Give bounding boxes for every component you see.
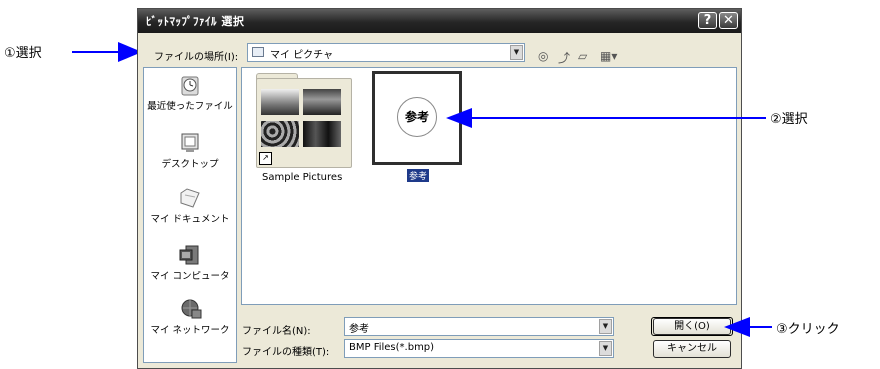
help-button[interactable]: ? xyxy=(698,12,717,29)
file-open-dialog: ﾋﾞｯﾄﾏｯﾌﾟﾌｧｲﾙ 選択 ? ✕ ファイルの場所(I): マイ ピクチャ … xyxy=(137,8,742,369)
documents-icon xyxy=(180,188,200,208)
filename-dropdown-arrow[interactable]: ▼ xyxy=(599,319,612,334)
view-menu-icon[interactable]: ▦▾ xyxy=(600,49,617,63)
place-recent[interactable]: 最近使ったファイル xyxy=(144,74,236,112)
cancel-button[interactable]: キャンセル xyxy=(653,340,731,358)
recent-icon xyxy=(181,76,199,96)
lookin-value: マイ ピクチャ xyxy=(270,50,334,61)
filetype-dropdown-arrow[interactable]: ▼ xyxy=(599,341,612,356)
place-desktop[interactable]: デスクトップ xyxy=(144,132,236,170)
callout-3-line xyxy=(750,326,772,328)
filetype-select[interactable]: BMP Files(*.bmp) ▼ xyxy=(344,339,614,358)
title-bar: ﾋﾞｯﾄﾏｯﾌﾟﾌｧｲﾙ 選択 ? ✕ xyxy=(138,9,741,33)
place-documents[interactable]: マイ ドキュメント xyxy=(144,187,236,225)
place-network-label: マイ ネットワーク xyxy=(150,325,230,336)
computer-icon xyxy=(179,245,199,265)
place-documents-label: マイ ドキュメント xyxy=(150,214,230,225)
open-button[interactable]: 開く(O) xyxy=(653,318,731,335)
callout-2-line xyxy=(470,117,766,119)
callout-1-line xyxy=(72,51,122,53)
filename-label: ファイル名(N): xyxy=(242,326,311,337)
back-icon[interactable]: ◎ xyxy=(538,49,548,63)
lookin-combo[interactable]: マイ ピクチャ ▼ xyxy=(247,43,525,62)
network-icon xyxy=(181,299,202,319)
new-folder-icon[interactable]: ▱ xyxy=(578,49,587,63)
filename-value: 参考 xyxy=(349,324,369,335)
file-list: ↗ Sample Pictures 参考 参考 xyxy=(241,67,737,305)
place-recent-label: 最近使ったファイル xyxy=(147,101,233,112)
close-button[interactable]: ✕ xyxy=(719,12,738,29)
reference-badge: 参考 xyxy=(397,97,437,137)
place-desktop-label: デスクトップ xyxy=(161,159,219,170)
callout-select-2: ②選択 xyxy=(770,112,808,127)
pictures-folder-icon xyxy=(252,47,264,57)
places-bar: 最近使ったファイル デスクトップ マイ ドキュメント マイ コンピュータ マイ … xyxy=(143,67,237,363)
lookin-label: ファイルの場所(I): xyxy=(154,52,239,63)
filename-input[interactable]: 参考 ▼ xyxy=(344,317,614,336)
place-computer-label: マイ コンピュータ xyxy=(150,271,230,282)
dialog-title: ﾋﾞｯﾄﾏｯﾌﾟﾌｧｲﾙ 選択 xyxy=(146,15,245,28)
callout-select-1: ①選択 xyxy=(4,46,42,61)
up-folder-icon[interactable]: ⤴ xyxy=(558,49,570,66)
selected-file-name: 参考 xyxy=(407,169,430,182)
place-network[interactable]: マイ ネットワーク xyxy=(144,298,236,336)
callout-click-3: ③クリック xyxy=(776,322,840,337)
place-computer[interactable]: マイ コンピュータ xyxy=(144,244,236,282)
filetype-label: ファイルの種類(T): xyxy=(242,347,330,358)
callout-2-arrowhead xyxy=(446,108,472,128)
lookin-dropdown-arrow[interactable]: ▼ xyxy=(510,45,523,60)
filetype-value: BMP Files(*.bmp) xyxy=(349,342,435,353)
file-sankou[interactable]: 参考 参考 xyxy=(242,68,482,188)
callout-3-arrowhead xyxy=(724,317,750,337)
desktop-icon xyxy=(181,133,199,152)
